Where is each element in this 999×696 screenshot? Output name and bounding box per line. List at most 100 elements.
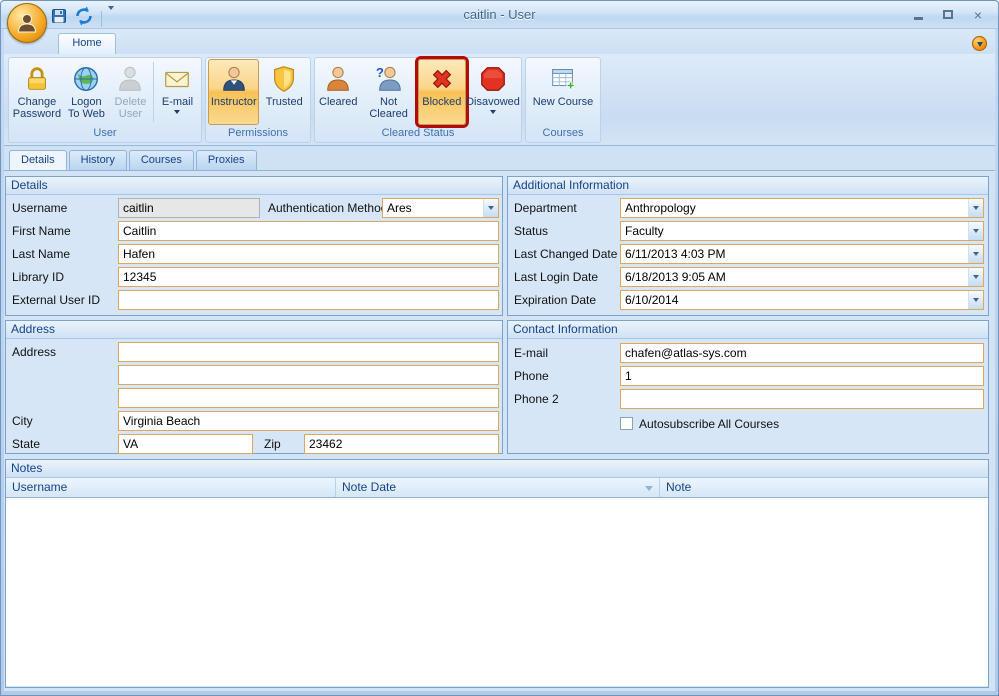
page-tabs: Details History Courses Proxies [4,146,995,170]
details-panel-title: Details [6,177,502,195]
delete-user-button[interactable]: DeleteUser [110,59,151,125]
zip-label: Zip [264,434,281,454]
address-line1-input[interactable] [118,342,499,362]
notes-table-header: Username Note Date Note [6,478,988,498]
autosubscribe-label: Autosubscribe All Courses [639,414,779,434]
ribbon-tab-home[interactable]: Home [58,33,116,54]
city-label: City [12,411,33,431]
maximize-button[interactable] [938,7,958,22]
cleared-button[interactable]: Cleared [317,59,360,125]
autosubscribe-checkbox[interactable] [620,417,633,430]
refresh-icon [73,5,95,27]
save-button[interactable] [51,8,67,29]
first-name-input[interactable] [118,221,499,241]
blocked-button[interactable]: Blocked [418,59,466,125]
auth-method-combo[interactable] [382,198,499,218]
phone-input[interactable] [620,366,984,386]
department-input[interactable] [621,199,968,217]
expiration-date-picker[interactable] [620,290,984,310]
chevron-down-icon[interactable] [968,199,983,217]
minimize-icon [914,17,923,20]
help-button[interactable] [972,36,987,51]
customize-toolbar-button[interactable] [108,10,114,28]
auth-method-input[interactable] [383,199,483,217]
ribbon: ChangePassword LogonTo Web [4,54,995,146]
refresh-button[interactable] [73,5,95,32]
column-header-note[interactable]: Note [660,478,988,497]
toolbar-separator [101,11,102,27]
minimize-button[interactable] [908,7,928,22]
phone2-input[interactable] [620,389,984,409]
trusted-toggle-button[interactable]: Trusted [260,59,308,125]
table-plus-icon [548,62,578,96]
tab-proxies[interactable]: Proxies [196,150,257,170]
chevron-down-icon[interactable] [483,199,498,217]
state-label: State [12,434,40,454]
notes-panel-title: Notes [6,460,988,478]
close-button[interactable]: × [968,7,988,22]
person-cleared-icon [323,62,353,96]
notes-table-body[interactable] [6,498,988,686]
tab-history[interactable]: History [69,150,127,170]
chevron-down-icon [174,110,180,114]
last-login-date-picker[interactable] [620,267,984,287]
last-name-label: Last Name [12,244,70,264]
external-user-id-input[interactable] [118,290,499,310]
first-name-label: First Name [12,221,71,241]
city-input[interactable] [118,411,499,431]
last-login-date-label: Last Login Date [514,267,598,287]
ribbon-group-cleared-status: Cleared ? Not Cleared [314,57,522,143]
tab-details[interactable]: Details [9,150,67,170]
email-button[interactable]: E-mail [156,59,199,125]
column-header-username[interactable]: Username [6,478,336,497]
status-input[interactable] [621,222,968,240]
ribbon-group-permissions: Instructor Trusted Permissions [205,57,311,143]
zip-input[interactable] [304,434,499,454]
notes-panel: Notes Username Note Date Note [5,459,989,688]
new-course-button[interactable]: New Course [528,59,598,125]
column-header-note-date[interactable]: Note Date [336,478,660,497]
additional-info-panel: Additional Information Department Status… [507,176,989,316]
address-line3-input[interactable] [118,388,499,408]
state-input[interactable] [118,434,253,454]
svg-text:?: ? [375,65,383,80]
library-id-input[interactable] [118,267,499,287]
username-input[interactable] [118,198,260,218]
chevron-down-icon[interactable] [968,245,983,263]
last-changed-date-input[interactable] [621,245,968,263]
change-password-button[interactable]: ChangePassword [11,59,63,125]
last-changed-date-label: Last Changed Date [514,244,617,264]
address-line2-input[interactable] [118,365,499,385]
phone-label: Phone [514,366,549,386]
maximize-icon [943,10,953,19]
logon-to-web-button[interactable]: LogonTo Web [64,59,109,125]
chevron-down-icon[interactable] [968,222,983,240]
chevron-down-icon[interactable] [968,291,983,309]
department-combo[interactable] [620,198,984,218]
shield-icon [269,62,299,96]
last-login-date-input[interactable] [621,268,968,286]
disavowed-button[interactable]: Disavowed [467,59,519,125]
status-combo[interactable] [620,221,984,241]
sort-descending-icon [645,486,653,491]
help-arrow-icon [977,42,983,47]
group-caption-user: User [9,126,201,141]
email-input[interactable] [620,343,984,363]
envelope-icon [162,62,192,96]
tab-courses[interactable]: Courses [129,150,194,170]
phone2-label: Phone 2 [514,389,559,409]
group-separator [153,62,154,122]
not-cleared-button[interactable]: ? Not Cleared [361,59,417,125]
chevron-down-icon [490,110,496,114]
app-window: caitlin - User × [0,0,999,696]
expiration-date-input[interactable] [621,291,968,309]
ribbon-tab-row: Home [4,29,995,54]
person-gray-icon [115,62,145,96]
quick-access-toolbar [51,5,114,32]
last-name-input[interactable] [118,244,499,264]
last-changed-date-picker[interactable] [620,244,984,264]
application-menu-button[interactable] [7,3,47,43]
chevron-down-icon[interactable] [968,268,983,286]
user-orb-icon [15,11,39,35]
instructor-toggle-button[interactable]: Instructor [208,59,259,125]
